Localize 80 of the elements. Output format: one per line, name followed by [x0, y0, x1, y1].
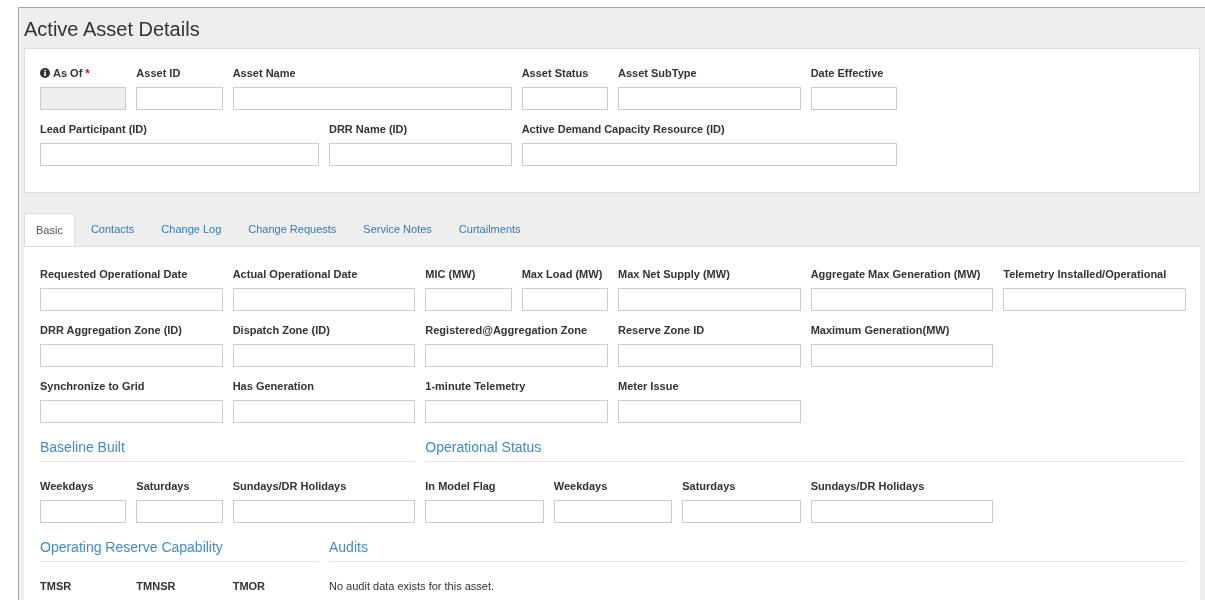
tab[interactable]: Contacts [79, 213, 146, 246]
field-label: Dispatch Zone (ID) [232, 323, 330, 337]
text-field[interactable] [425, 400, 608, 423]
text-field[interactable] [232, 400, 416, 423]
field-label: TMNSR [136, 579, 176, 593]
text-field[interactable] [425, 344, 608, 367]
text-field[interactable] [232, 500, 416, 523]
tab[interactable]: Change Requests [237, 213, 348, 246]
text-field[interactable] [521, 87, 608, 110]
text-field[interactable] [40, 500, 127, 523]
field-label: Asset Status [521, 66, 589, 80]
tab[interactable]: Basic [24, 213, 75, 246]
field-label: Registered@Aggregation Zone [425, 323, 587, 337]
field-label: Synchronize to Grid [40, 379, 145, 393]
field-label: Meter Issue [617, 379, 679, 393]
field-label: Saturdays [682, 479, 736, 493]
text-field[interactable] [232, 288, 416, 311]
text-field[interactable] [232, 87, 512, 110]
field-label: As Of [53, 66, 83, 80]
field-label: MIC (MW) [425, 267, 476, 281]
field-label: Sundays/DR Holidays [232, 479, 347, 493]
text-field[interactable] [136, 500, 223, 523]
field-label: TMOR [232, 579, 266, 593]
text-field[interactable] [617, 344, 801, 367]
field-label: In Model Flag [425, 479, 496, 493]
field-label: Saturdays [136, 479, 190, 493]
section-heading: Operating Reserve Capability [40, 539, 223, 555]
text-field[interactable] [617, 87, 801, 110]
text-field[interactable] [40, 400, 223, 423]
field-label: Lead Participant (ID) [40, 122, 147, 136]
field-label: Requested Operational Date [40, 267, 188, 281]
text-field[interactable] [810, 288, 994, 311]
text-field[interactable] [521, 143, 897, 166]
text-field[interactable] [425, 288, 512, 311]
section-heading: Baseline Built [40, 439, 125, 455]
field-label: Max Net Supply (MW) [617, 267, 730, 281]
text-field[interactable] [40, 288, 223, 311]
text-field[interactable] [617, 400, 801, 423]
text-field[interactable] [40, 143, 319, 166]
field-label: Reserve Zone ID [617, 323, 705, 337]
field-label: Asset Name [232, 66, 296, 80]
text-field[interactable] [810, 500, 994, 523]
field-label: Asset ID [136, 66, 181, 80]
tab[interactable]: Service Notes [352, 213, 443, 246]
text-field[interactable] [810, 87, 897, 110]
required-asterisk: * [85, 66, 90, 80]
field-label: Weekdays [553, 479, 608, 493]
field-label: Aggregate Max Generation (MW) [810, 267, 981, 281]
text-field[interactable] [682, 500, 801, 523]
field-label: TMSR [40, 579, 72, 593]
text-field[interactable] [232, 344, 416, 367]
field-label: Max Load (MW) [521, 267, 603, 281]
field-label: Active Demand Capacity Resource (ID) [521, 122, 725, 136]
text-field[interactable] [425, 500, 544, 523]
text-field[interactable] [553, 500, 673, 523]
info-icon [40, 68, 50, 78]
field-label: DRR Name (ID) [329, 122, 408, 136]
section-heading: Operational Status [425, 439, 542, 455]
field-label: Asset SubType [617, 66, 697, 80]
page-title: Active Asset Details [24, 18, 200, 40]
field-label: Weekdays [40, 479, 94, 493]
field-label: 1-minute Telemetry [425, 379, 526, 393]
field-label: Maximum Generation(MW) [810, 323, 950, 337]
field-label: Telemetry Installed/Operational [1003, 267, 1167, 281]
text-field[interactable] [521, 288, 608, 311]
text-field[interactable] [40, 344, 223, 367]
text-field[interactable] [617, 288, 801, 311]
field-label: Sundays/DR Holidays [810, 479, 925, 493]
tab[interactable]: Curtailments [447, 213, 532, 246]
audit-message: No audit data exists for this asset. [329, 578, 495, 594]
field-label: Date Effective [810, 66, 884, 80]
text-field[interactable] [329, 143, 512, 166]
text-field[interactable] [1003, 288, 1186, 311]
field-label: Has Generation [232, 379, 314, 393]
text-field[interactable] [810, 344, 994, 367]
section-heading: Audits [329, 539, 368, 555]
tab[interactable]: Change Log [150, 213, 233, 246]
field-label: DRR Aggregation Zone (ID) [40, 323, 182, 337]
field-label: Actual Operational Date [232, 267, 358, 281]
text-field[interactable] [136, 87, 223, 110]
